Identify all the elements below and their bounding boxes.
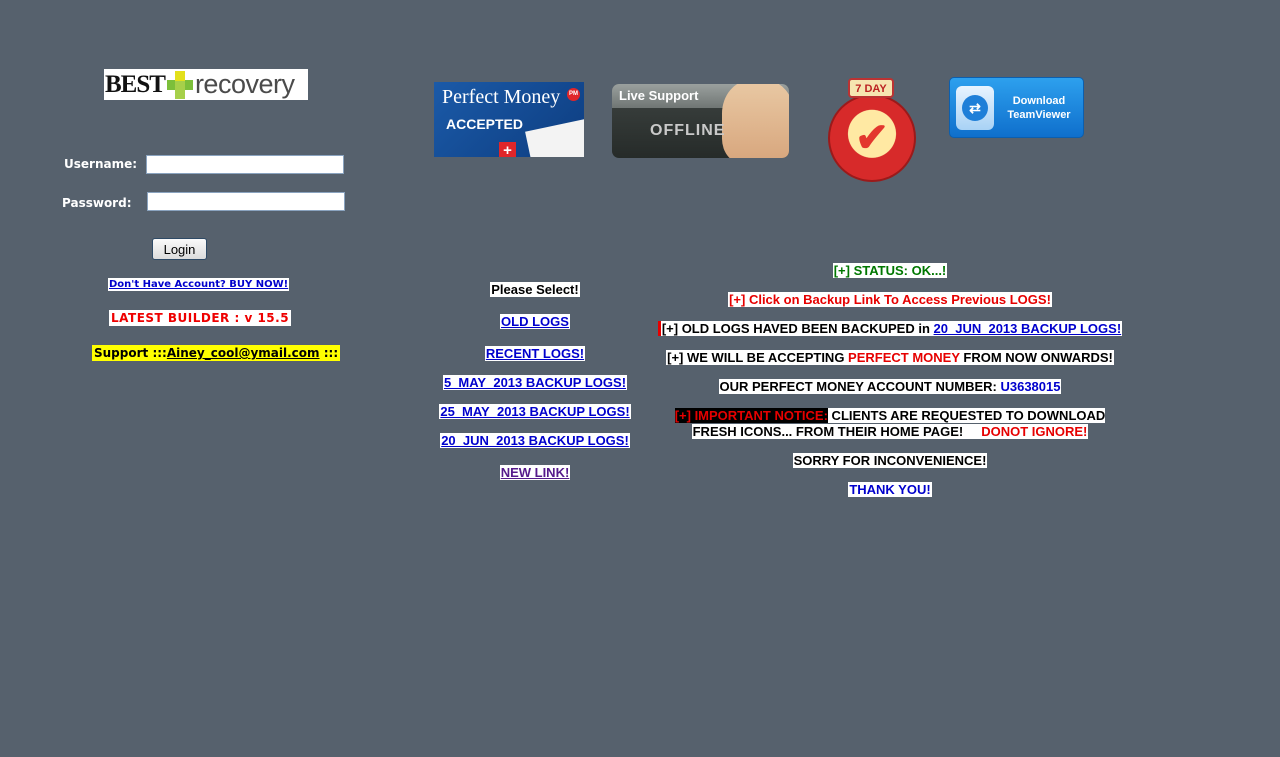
teamviewer-arrows-icon: ⇄ bbox=[962, 95, 988, 121]
logo-best-text: BEST bbox=[105, 70, 166, 98]
best-recovery-logo: BEST recovery bbox=[104, 69, 308, 100]
teamviewer-text: Download TeamViewer bbox=[994, 94, 1084, 122]
old-logs-backup-link[interactable]: 20_JUN_2013 BACKUP LOGS! bbox=[934, 321, 1122, 336]
support-contact: Support :::Ainey_cool@ymail.com ::: bbox=[92, 345, 341, 361]
teamviewer-line2: TeamViewer bbox=[1007, 109, 1071, 121]
password-input[interactable] bbox=[147, 192, 345, 211]
username-input[interactable] bbox=[146, 155, 344, 174]
live-support-title: Live Support bbox=[619, 88, 699, 103]
click-backup-notice: [+] Click on Backup Link To Access Previ… bbox=[728, 292, 1052, 307]
teamviewer-icon: ⇄ bbox=[956, 86, 994, 130]
menu-link-old-logs[interactable]: OLD LOGS bbox=[500, 314, 570, 329]
seven-day-label: 7 DAY bbox=[848, 78, 894, 98]
green-cross-icon bbox=[166, 70, 193, 99]
pm-badge-icon: PM bbox=[567, 88, 580, 101]
menu-link-5-may-backup[interactable]: 5_MAY_2013 BACKUP LOGS! bbox=[442, 375, 628, 390]
important-text-1: CLIENTS ARE REQUESTED TO DOWNLOAD bbox=[827, 408, 1106, 423]
perfect-money-banner[interactable]: Perfect Money PM ACCEPTED + bbox=[434, 82, 584, 157]
support-suffix: ::: bbox=[323, 346, 339, 360]
login-button[interactable]: Login bbox=[152, 238, 207, 260]
perfect-money-accepted: ACCEPTED bbox=[446, 116, 524, 132]
menu-link-new-link[interactable]: NEW LINK! bbox=[499, 465, 571, 480]
support-agent-image bbox=[722, 84, 789, 158]
download-teamviewer-button[interactable]: ⇄ Download TeamViewer bbox=[949, 77, 1084, 138]
support-email-link[interactable]: Ainey_cool@ymail.com bbox=[167, 346, 320, 360]
status-ok-notice: [+] STATUS: OK...! bbox=[832, 263, 948, 278]
receipt-graphic bbox=[525, 117, 584, 157]
money-back-guarantee-badge: ✔ 7 DAY bbox=[826, 78, 920, 182]
accepting-suffix: FROM NOW ONWARDS! bbox=[959, 350, 1113, 365]
important-text-2: FRESH ICONS... FROM THEIR HOME PAGE! bbox=[692, 424, 964, 439]
accepting-notice: [+] WE WILL BE ACCEPTING PERFECT MONEY F… bbox=[666, 350, 1114, 365]
latest-builder-label: LATEST BUILDER : v 15.5 bbox=[109, 310, 292, 326]
sorry-notice: SORRY FOR INCONVENIENCE! bbox=[792, 453, 988, 468]
account-number-notice: OUR PERFECT MONEY ACCOUNT NUMBER: U36380… bbox=[718, 379, 1062, 394]
important-notice-line2: FRESH ICONS... FROM THEIR HOME PAGE! DONO… bbox=[691, 424, 1089, 439]
checkmark-icon: ✔ bbox=[828, 94, 916, 182]
important-notice-line1: [+] IMPORTANT NOTICE: CLIENTS ARE REQUES… bbox=[674, 408, 1106, 423]
menu-link-25-may-backup[interactable]: 25_MAY_2013 BACKUP LOGS! bbox=[439, 404, 631, 419]
accepting-prefix: [+] WE WILL BE ACCEPTING bbox=[667, 350, 849, 365]
important-notice-label: [+] IMPORTANT NOTICE: bbox=[674, 408, 828, 423]
logo-recovery-text: recovery bbox=[194, 69, 295, 99]
menu-link-20-jun-backup[interactable]: 20_JUN_2013 BACKUP LOGS! bbox=[440, 433, 630, 448]
account-label: OUR PERFECT MONEY ACCOUNT NUMBER: bbox=[719, 379, 1001, 394]
thank-you-notice: THANK YOU! bbox=[848, 482, 932, 497]
donot-ignore-text: DONOT IGNORE! bbox=[981, 424, 1088, 439]
support-prefix: Support ::: bbox=[94, 346, 167, 360]
password-label: Password: bbox=[62, 196, 132, 210]
old-logs-text: [+] OLD LOGS HAVED BEEN BACKUPED in bbox=[661, 321, 934, 336]
buy-now-link[interactable]: Don't Have Account? BUY NOW! bbox=[108, 278, 290, 291]
swiss-cross-icon: + bbox=[499, 142, 516, 157]
teamviewer-line1: Download bbox=[1012, 95, 1066, 107]
please-select-heading: Please Select! bbox=[490, 282, 580, 297]
perfect-money-title: Perfect Money bbox=[442, 86, 561, 108]
perfect-money-highlight: PERFECT MONEY bbox=[848, 350, 960, 365]
live-support-banner[interactable]: Live Support OFFLINE bbox=[612, 84, 789, 158]
live-support-status: OFFLINE bbox=[650, 122, 726, 139]
username-label: Username: bbox=[64, 157, 138, 171]
account-number: U3638015 bbox=[1000, 379, 1061, 394]
old-logs-notice: [+] OLD LOGS HAVED BEEN BACKUPED in 20_J… bbox=[657, 321, 1123, 336]
menu-link-recent-logs[interactable]: RECENT LOGS! bbox=[484, 346, 586, 361]
